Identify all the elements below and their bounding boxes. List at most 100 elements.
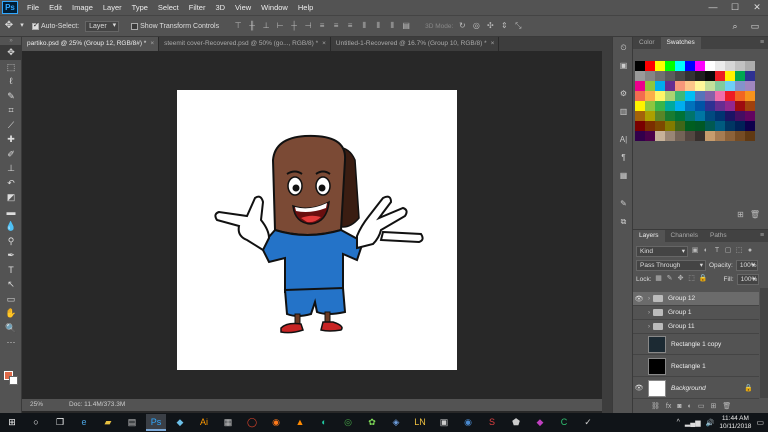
filter-adjustment-icon[interactable]: ◐: [702, 247, 710, 255]
clone-stamp-tool[interactable]: ⊥: [0, 161, 22, 176]
swatch[interactable]: [695, 71, 705, 81]
swatch[interactable]: [705, 81, 715, 91]
swatch[interactable]: [635, 71, 645, 81]
layer-style-icon[interactable]: fx: [666, 403, 671, 410]
show-hidden-icons[interactable]: ^: [677, 419, 680, 426]
filter-smart-object-icon[interactable]: ⬚: [735, 247, 743, 255]
tab-color[interactable]: Color: [633, 37, 661, 49]
swatch[interactable]: [695, 81, 705, 91]
swatch[interactable]: [725, 111, 735, 121]
type-tool[interactable]: T: [0, 263, 22, 278]
lasso-tool[interactable]: ℓ: [0, 74, 22, 89]
blur-tool[interactable]: 💧: [0, 219, 22, 234]
swatch[interactable]: [655, 131, 665, 141]
swatch[interactable]: [715, 81, 725, 91]
move-tool[interactable]: ✥: [0, 45, 22, 60]
swatch[interactable]: [735, 101, 745, 111]
swatch[interactable]: [745, 101, 755, 111]
app-icon[interactable]: LN: [410, 414, 430, 431]
swatch[interactable]: [725, 71, 735, 81]
swatch[interactable]: [635, 61, 645, 71]
tab-steemit-cover[interactable]: steemit cover-Recovered.psd @ 50% (go...…: [159, 37, 331, 51]
lock-all-icon[interactable]: 🔒: [699, 275, 708, 283]
eraser-tool[interactable]: ◩: [0, 190, 22, 205]
swatch[interactable]: [665, 121, 675, 131]
start-icon[interactable]: ⊞: [2, 414, 22, 431]
opacity-input[interactable]: 100%: [735, 259, 758, 271]
align-center-icon[interactable]: ┼: [289, 21, 299, 31]
clock[interactable]: 11:44 AM 10/11/2018: [719, 415, 751, 431]
swatch[interactable]: [645, 91, 655, 101]
move-tool-icon[interactable]: ✥: [0, 17, 18, 35]
swatch[interactable]: [655, 71, 665, 81]
marquee-tool[interactable]: ⬚: [0, 60, 22, 75]
swatch[interactable]: [635, 111, 645, 121]
swatch[interactable]: [675, 71, 685, 81]
3d-scale-icon[interactable]: ⤡: [513, 21, 523, 31]
distribute-middle-icon[interactable]: ≡: [331, 21, 341, 31]
tab-layers[interactable]: Layers: [633, 230, 665, 242]
quick-select-tool[interactable]: ✎: [0, 89, 22, 104]
swatch[interactable]: [705, 131, 715, 141]
distribute-bottom-icon[interactable]: ≡: [345, 21, 355, 31]
app-icon[interactable]: ◈: [386, 414, 406, 431]
align-top-icon[interactable]: ⊤: [233, 21, 243, 31]
swatch[interactable]: [725, 81, 735, 91]
swatch[interactable]: [685, 101, 695, 111]
swatch[interactable]: [715, 61, 725, 71]
swatch[interactable]: [685, 81, 695, 91]
dodge-tool[interactable]: ⚲: [0, 234, 22, 249]
3d-rotate-icon[interactable]: ↻: [457, 21, 467, 31]
vlc-icon[interactable]: ▲: [290, 414, 310, 431]
swatch[interactable]: [705, 101, 715, 111]
zoom-level[interactable]: 25%: [30, 399, 43, 411]
swatch[interactable]: [655, 121, 665, 131]
notifications-icon[interactable]: ▭: [756, 418, 764, 427]
app-icon[interactable]: ⬟: [506, 414, 526, 431]
3d-roll-icon[interactable]: ◎: [471, 21, 481, 31]
background-color-swatch[interactable]: [9, 376, 18, 385]
libraries-panel-icon[interactable]: ▥: [613, 105, 634, 119]
tab-close-icon[interactable]: ×: [150, 40, 154, 47]
swatch[interactable]: [705, 111, 715, 121]
tab-swatches[interactable]: Swatches: [660, 37, 701, 49]
app-icon[interactable]: ✓: [578, 414, 598, 431]
app-icon[interactable]: C: [554, 414, 574, 431]
firefox-icon[interactable]: ◉: [266, 414, 286, 431]
file-explorer-icon[interactable]: ▰: [98, 414, 118, 431]
eye-icon[interactable]: 👁: [633, 384, 645, 392]
eye-icon[interactable]: 👁: [633, 295, 645, 303]
swatch[interactable]: [735, 91, 745, 101]
swatch[interactable]: [735, 121, 745, 131]
layers-scrollbar[interactable]: [760, 288, 768, 398]
swatch[interactable]: [705, 61, 715, 71]
swatch[interactable]: [645, 131, 655, 141]
edge-icon[interactable]: e: [74, 414, 94, 431]
distribute-top-icon[interactable]: ≡: [317, 21, 327, 31]
swatch[interactable]: [675, 81, 685, 91]
swatch[interactable]: [745, 91, 755, 101]
tab-partiko[interactable]: partiko.psd @ 25% (Group 12, RGB/8#) * ×: [22, 37, 160, 51]
zoom-tool[interactable]: 🔍: [0, 321, 22, 336]
swatch[interactable]: [725, 91, 735, 101]
app-icon[interactable]: ◆: [170, 414, 190, 431]
swatch[interactable]: [745, 71, 755, 81]
swatch[interactable]: [645, 81, 655, 91]
rectangle-tool[interactable]: ▭: [0, 292, 22, 307]
menu-image[interactable]: Image: [67, 0, 98, 15]
align-right-icon[interactable]: ⊣: [303, 21, 313, 31]
history-panel-icon[interactable]: ⏲: [613, 41, 634, 55]
swatch[interactable]: [665, 101, 675, 111]
glyphs-panel-icon[interactable]: ▦: [613, 169, 634, 183]
pen-tool[interactable]: ✒: [0, 248, 22, 263]
distribute-center-icon[interactable]: ⦀: [373, 21, 383, 31]
layer-group-1[interactable]: › Group 1: [633, 306, 759, 320]
swatch[interactable]: [665, 71, 675, 81]
new-layer-icon[interactable]: ⊞: [710, 402, 716, 410]
crop-tool[interactable]: ⌗: [0, 103, 22, 118]
swatch[interactable]: [665, 81, 675, 91]
swatch[interactable]: [685, 131, 695, 141]
swatch[interactable]: [745, 61, 755, 71]
layer-rectangle-1-copy[interactable]: Rectangle 1 copy: [633, 334, 759, 355]
illustrator-icon[interactable]: Ai: [194, 414, 214, 431]
